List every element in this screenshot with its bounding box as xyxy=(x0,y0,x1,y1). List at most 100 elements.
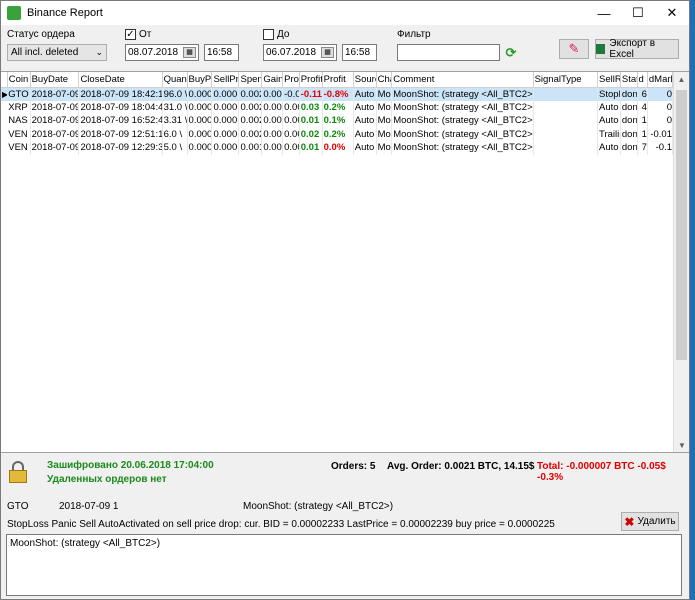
column-header[interactable]: Spent xyxy=(238,72,263,88)
table-cell: 0.002 xyxy=(238,100,263,114)
delete-button[interactable]: ✖ Удалить xyxy=(621,512,679,531)
table-cell: 0.00 xyxy=(261,114,284,128)
table-cell: 2018-07-09 18:42:17 xyxy=(78,87,163,101)
column-header[interactable]: SellRe xyxy=(597,72,621,88)
filter-input[interactable] xyxy=(397,44,500,61)
header-row: Coin BuyDate CloseDate Quant BuyPr SellPri Spe… xyxy=(1,72,674,88)
table-cell: 0.000 xyxy=(187,141,213,155)
table-cell xyxy=(533,141,599,155)
status-select-value: All incl. deleted xyxy=(11,47,79,58)
table-cell: 0.00 xyxy=(282,100,300,114)
detail-line-2: StopLoss Panic Sell AutoActivated on sel… xyxy=(7,519,555,530)
column-header[interactable]: CloseDate xyxy=(78,72,163,88)
table-row[interactable]: ▶GTO2018-07-092018-07-09 18:42:1796.0 \0… xyxy=(1,87,674,101)
table-row[interactable]: XRP 2018-07-09 2018-07-09 18:04:44 31.0 \ 0.… xyxy=(1,100,674,114)
table-cell: MoonShot: (strategy <All_BTC2>) xyxy=(391,87,534,101)
from-checkbox[interactable]: ✓ xyxy=(125,29,136,40)
table-cell: Auto xyxy=(353,87,377,101)
scroll-up-icon[interactable]: ▲ xyxy=(674,72,689,88)
table-cell: MoonShot: (strategy <All_BTC2>) xyxy=(391,141,534,155)
table-cell: 31.0 \ xyxy=(162,100,188,114)
table-cell: 0.2% xyxy=(322,127,354,141)
table-cell: 2018-07-09 16:52:47 xyxy=(78,114,163,128)
table-cell: 0.002 xyxy=(238,87,263,101)
refresh-button[interactable]: ⟳ xyxy=(503,44,519,61)
column-header[interactable]: dMark xyxy=(647,72,674,88)
table-cell: 0.000 xyxy=(211,114,240,128)
table-cell: done xyxy=(620,87,638,101)
column-header[interactable]: Chann xyxy=(376,72,393,88)
detail-coin: GTO xyxy=(7,501,29,512)
column-header[interactable]: BuyDate xyxy=(30,72,80,88)
table-cell: 0.0% xyxy=(322,141,354,155)
table-cell: -0.01 xyxy=(647,127,674,141)
minimize-button[interactable]: — xyxy=(587,1,621,25)
table-cell: 3.31 \ xyxy=(162,114,188,128)
column-header[interactable]: Quant xyxy=(162,72,188,88)
table-cell: Trailin xyxy=(597,127,621,141)
table-cell: 0.000 xyxy=(187,87,213,101)
table-cell: done xyxy=(620,114,638,128)
table-cell: 2018-07-09 xyxy=(30,127,80,141)
table-cell: GTO xyxy=(7,87,31,101)
scrollbar-thumb[interactable] xyxy=(676,90,687,360)
table-row[interactable]: NAS 2018-07-09 2018-07-09 16:52:47 3.31 \ 0.… xyxy=(1,114,674,128)
column-header[interactable]: Status xyxy=(620,72,638,88)
orders-grid: Coin BuyDate CloseDate Quant BuyPr SellPri Spe… xyxy=(1,71,689,453)
column-header[interactable]: d xyxy=(637,72,648,88)
close-button[interactable]: ✕ xyxy=(655,1,689,25)
table-cell: 4 xyxy=(637,100,648,114)
table-cell: Auto xyxy=(353,141,377,155)
column-header[interactable]: Coin xyxy=(7,72,31,88)
table-row[interactable]: VEN 2018-07-09 2018-07-09 12:29:37 5.0 \ 0.0… xyxy=(1,141,674,155)
export-excel-button[interactable]: Экспорт в Excel xyxy=(595,38,679,60)
column-header[interactable]: BuyPr xyxy=(187,72,213,88)
refresh-icon: ⟳ xyxy=(505,44,517,60)
calendar-icon[interactable]: ▦ xyxy=(183,47,196,58)
comment-memo[interactable]: MoonShot: (strategy <All_BTC2>) xyxy=(6,534,682,596)
to-date-field[interactable]: 06.07.2018 ▦ xyxy=(263,44,337,61)
total-summary: Total: -0.000007 BTC -0.05$ -0.3% xyxy=(537,461,666,483)
from-date-field[interactable]: 08.07.2018 ▦ xyxy=(125,44,199,61)
table-cell: Moon xyxy=(376,87,393,101)
table-row[interactable]: VEN 2018-07-09 2018-07-09 12:51:14 6.0 \ 0.0… xyxy=(1,127,674,141)
table-cell: 1 xyxy=(637,114,648,128)
column-header[interactable]: Profit xyxy=(322,72,354,88)
column-header[interactable]: SignalType xyxy=(533,72,599,88)
vertical-scrollbar[interactable]: ▲ ▼ xyxy=(673,72,689,452)
calendar-icon[interactable]: ▦ xyxy=(321,47,334,58)
deleted-orders-text: Удаленных ордеров нет xyxy=(47,474,167,485)
scroll-down-icon[interactable]: ▼ xyxy=(674,438,689,452)
from-time-field[interactable]: 16:58 xyxy=(204,44,239,61)
column-header[interactable]: Comment xyxy=(391,72,534,88)
table-cell: 1 xyxy=(637,127,648,141)
column-header[interactable]: Prof xyxy=(282,72,300,88)
table-cell: Auto xyxy=(353,114,377,128)
table-cell: 0.002 xyxy=(238,114,263,128)
column-header[interactable]: Profit xyxy=(299,72,323,88)
maximize-button[interactable]: ☐ xyxy=(621,1,655,25)
status-select[interactable]: All incl. deleted ⌄ xyxy=(7,44,107,61)
table-cell: 0.00 xyxy=(282,114,300,128)
table-cell: 0.01 xyxy=(299,141,323,155)
title-bar: Binance Report — ☐ ✕ xyxy=(1,1,689,25)
column-header[interactable]: SellPri xyxy=(211,72,240,88)
table-cell: -0.1 xyxy=(647,141,674,155)
to-checkbox[interactable] xyxy=(263,29,274,40)
table-cell: 0.002 xyxy=(261,127,284,141)
table-cell: Auto F xyxy=(597,141,621,155)
avg-order: Avg. Order: 0.0021 BTC, 14.15$ xyxy=(387,461,535,472)
table-cell: 0.000 xyxy=(187,127,213,141)
column-header[interactable]: Source xyxy=(353,72,377,88)
table-cell: 0.03 xyxy=(299,100,323,114)
table-cell: MoonShot: (strategy <All_BTC2>) xyxy=(391,127,534,141)
column-header[interactable]: Gaine xyxy=(261,72,284,88)
check-icon: ✓ xyxy=(126,29,135,40)
from-date-value: 08.07.2018 xyxy=(128,47,179,58)
table-cell: 0.000 xyxy=(211,87,240,101)
table-cell: Moon xyxy=(376,114,393,128)
table-cell: Moon xyxy=(376,100,393,114)
to-time-field[interactable]: 16:58 xyxy=(342,44,377,61)
table-cell: 0.00 xyxy=(282,141,300,155)
clear-button[interactable]: ✎ xyxy=(559,39,589,59)
